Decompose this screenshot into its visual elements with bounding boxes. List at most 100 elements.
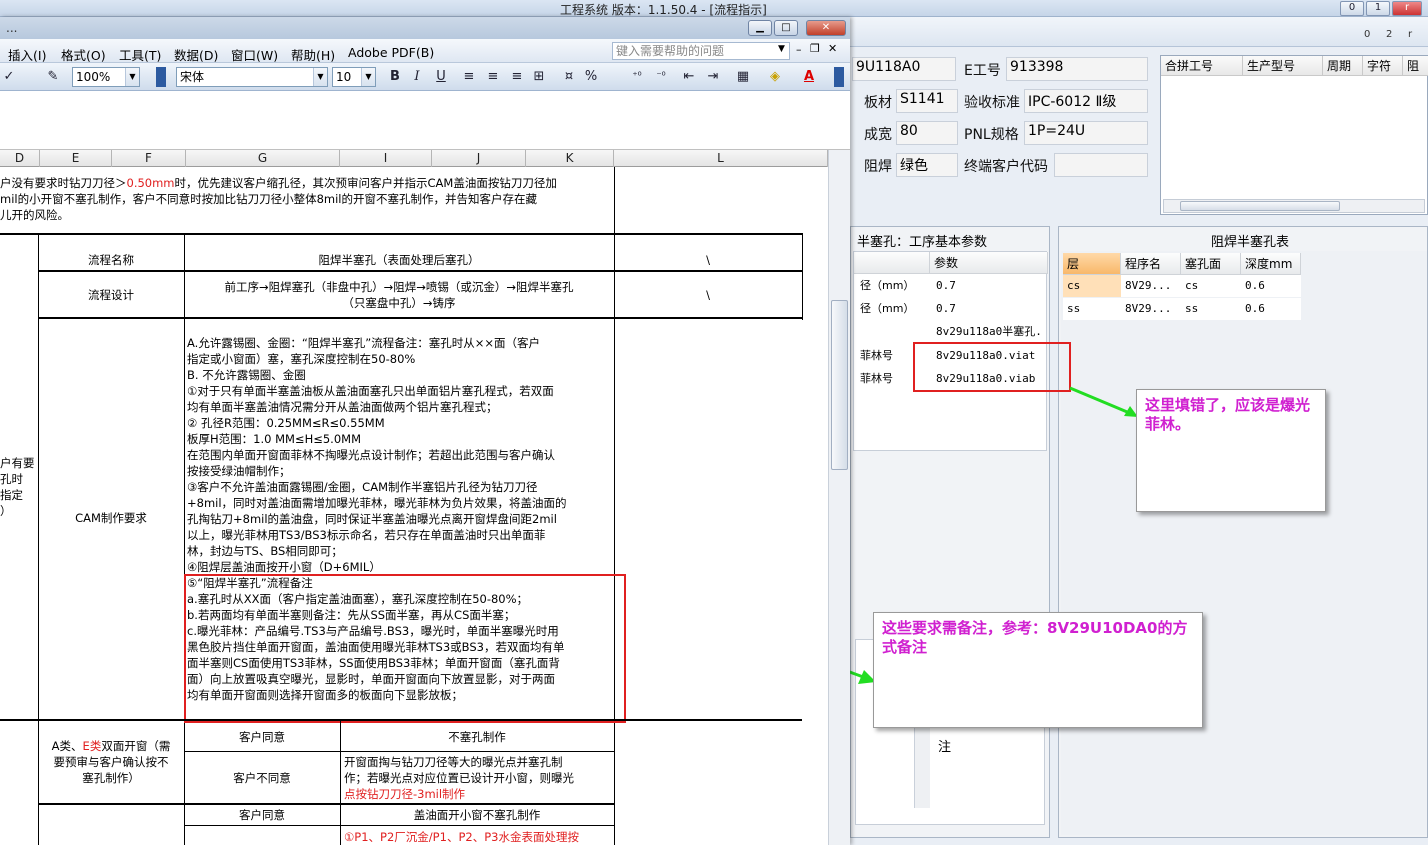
col-header-d[interactable]: D [0, 150, 40, 167]
excel-vscrollbar[interactable] [828, 150, 850, 845]
zoom-combo[interactable]: 100% ▼ [72, 67, 140, 87]
excel-title: ... [6, 21, 18, 35]
col-char[interactable]: 字符 [1363, 56, 1403, 76]
size-dropdown-icon[interactable]: ▼ [361, 68, 375, 86]
mask-row-1-program[interactable]: 8V29... [1121, 275, 1181, 297]
mask-row-1-layer[interactable]: cs [1063, 275, 1121, 297]
font-color-icon[interactable]: A [800, 69, 818, 85]
toolbar-overflow-icon[interactable] [156, 67, 166, 87]
help-dropdown-icon[interactable]: ▼ [778, 44, 785, 54]
end-customer-field[interactable] [1054, 153, 1148, 177]
mask-row-2-side[interactable]: ss [1181, 298, 1241, 320]
excel-maximize-button[interactable]: □ [774, 20, 798, 36]
e-work-field[interactable]: 913398 [1006, 57, 1148, 81]
mask-row-2-depth[interactable]: 0.6 [1241, 298, 1301, 320]
excel-scroll-thumb[interactable] [831, 300, 848, 470]
param-value-2[interactable]: 0.7 [932, 298, 1048, 320]
mask-col-program[interactable]: 程序名 [1121, 253, 1181, 275]
end-customer-label: 终端客户代码 [964, 159, 1048, 175]
mask-row-1-side[interactable]: cs [1181, 275, 1241, 297]
col-header-f[interactable]: F [112, 150, 186, 167]
toolbar-options-icon[interactable] [834, 67, 844, 87]
accept-field[interactable]: IPC-6012 Ⅱ级 [1024, 89, 1148, 113]
code-field[interactable]: 9U118A0 [852, 57, 956, 81]
material-field[interactable]: S1141 [896, 89, 958, 113]
font-dropdown-icon[interactable]: ▼ [313, 68, 327, 86]
decrease-decimal-icon[interactable]: ⁻⁰ [652, 69, 670, 85]
cam-line: 在范围内单面开窗面菲林不掏曝光点设计制作；若超出此范围与客户确认 [187, 448, 555, 462]
fill-color-icon[interactable]: ◈ [766, 69, 784, 85]
close-button[interactable]: r [1392, 1, 1422, 16]
spell-icon[interactable]: ✓ [0, 69, 18, 85]
intro-line-1: 户没有要求时钻刀刀径＞0.50mm时，优先建议客户缩孔径，其次预审问客户并指示C… [0, 176, 557, 190]
col-header-l[interactable]: L [614, 150, 828, 167]
mask-col-side[interactable]: 塞孔面 [1181, 253, 1241, 275]
align-right-icon[interactable]: ≡ [508, 69, 526, 85]
mask-field[interactable]: 绿色 [896, 153, 958, 177]
e-work-label: E工号 [964, 63, 1001, 79]
child-minimize-button[interactable]: 0 [1364, 29, 1370, 41]
mask-row-2-program[interactable]: 8V29... [1121, 298, 1181, 320]
merge-center-icon[interactable]: ⊞ [530, 69, 548, 85]
menu-adobe-pdf[interactable]: Adobe PDF(B) [348, 45, 434, 60]
list-scroll-thumb[interactable] [1180, 201, 1340, 211]
align-center-icon[interactable]: ≡ [484, 69, 502, 85]
col-merge-no[interactable]: 合拼工号 [1161, 56, 1243, 76]
col-header-g[interactable]: G [186, 150, 340, 167]
currency-icon[interactable]: ¤ [560, 69, 578, 85]
decrease-indent-icon[interactable]: ⇤ [680, 69, 698, 85]
doc-close-icon[interactable]: ✕ [828, 42, 837, 55]
disagree-value-3: 点按钻刀刀径-3mil制作 [344, 787, 466, 801]
param-value-3[interactable]: 8v29u118a0半塞孔. [932, 321, 1048, 343]
menu-insert[interactable]: 插入(I) [8, 45, 46, 64]
grid-line [614, 167, 615, 233]
agree2-value: 盖油面开小窗不塞孔制作 [413, 808, 541, 822]
child-restore-button[interactable]: 2 [1386, 29, 1392, 41]
zoom-dropdown-icon[interactable]: ▼ [125, 68, 139, 86]
percent-button[interactable]: % [582, 69, 600, 85]
mask-col-layer[interactable]: 层 [1063, 253, 1121, 275]
menu-format[interactable]: 格式(O) [61, 45, 106, 64]
col-header-i[interactable]: I [340, 150, 432, 167]
excel-close-button[interactable]: ✕ [806, 20, 846, 36]
align-left-icon[interactable]: ≡ [460, 69, 478, 85]
font-combo[interactable]: 宋体 ▼ [176, 67, 328, 87]
material-label: 板材 [864, 95, 892, 111]
col-cycle[interactable]: 周期 [1323, 56, 1363, 76]
excel-minimize-button[interactable]: ▁ [748, 20, 772, 36]
help-search-input[interactable]: 键入需要帮助的问题 [612, 42, 790, 60]
font-size-combo[interactable]: 10 ▼ [332, 67, 376, 87]
mask-row-1-depth[interactable]: 0.6 [1241, 275, 1301, 297]
menu-help[interactable]: 帮助(H) [291, 45, 335, 64]
col-mask[interactable]: 阻焊 [1403, 56, 1428, 76]
maximize-button[interactable]: 1 [1366, 1, 1390, 16]
borders-icon[interactable]: ▦ [734, 69, 752, 85]
menu-data[interactable]: 数据(D) [174, 45, 218, 64]
doc-minimize-icon[interactable]: – [796, 43, 802, 56]
underline-button[interactable]: U [432, 69, 450, 85]
menu-window[interactable]: 窗口(W) [231, 45, 278, 64]
pnl-field[interactable]: 1P=24U [1024, 121, 1148, 145]
doc-restore-icon[interactable]: ❐ [810, 42, 820, 55]
format-painter-icon[interactable]: ✎ [44, 69, 62, 85]
param-value-1[interactable]: 0.7 [932, 275, 1048, 297]
worksheet[interactable]: 户没有要求时钻刀刀径＞0.50mm时，优先建议客户缩孔径，其次预审问客户并指示C… [0, 167, 828, 845]
minimize-button[interactable]: 0 [1340, 1, 1364, 16]
child-close-button[interactable]: r [1408, 29, 1412, 41]
increase-decimal-icon[interactable]: ⁺⁰ [628, 69, 646, 85]
bold-button[interactable]: B [386, 69, 404, 85]
increase-indent-icon[interactable]: ⇥ [704, 69, 722, 85]
menu-tools[interactable]: 工具(T) [119, 45, 161, 64]
mask-col-depth[interactable]: 深度mm [1241, 253, 1301, 275]
col-header-e[interactable]: E [40, 150, 112, 167]
width-field[interactable]: 80 [896, 121, 958, 145]
italic-button[interactable]: I [408, 69, 426, 85]
col-header-j[interactable]: J [432, 150, 526, 167]
list-hscrollbar[interactable] [1163, 199, 1425, 213]
col-header-k[interactable]: K [526, 150, 614, 167]
merge-list[interactable]: 合拼工号 生产型号 周期 字符 阻焊 [1160, 55, 1428, 215]
mask-hole-grid[interactable]: 层 程序名 塞孔面 深度mm cs 8V29... cs 0.6 ss 8V29… [1061, 251, 1427, 835]
mask-row-2-layer[interactable]: ss [1063, 298, 1121, 320]
col-product-model[interactable]: 生产型号 [1243, 56, 1323, 76]
param-label-2: 径（mm） [860, 302, 915, 315]
